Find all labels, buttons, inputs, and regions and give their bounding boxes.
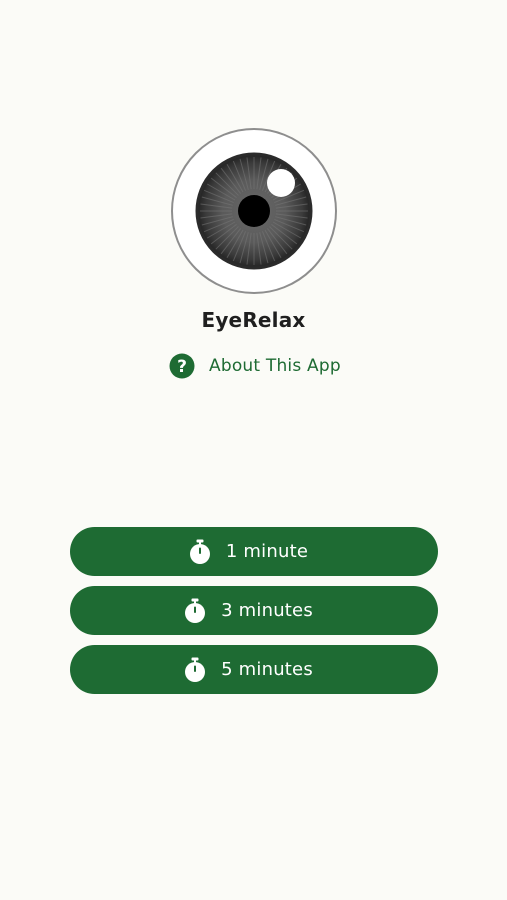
timer-label: 5 minutes <box>221 659 313 680</box>
about-app-link[interactable]: ? About This App <box>169 352 341 380</box>
app-title: EyeRelax <box>201 308 306 332</box>
eye-icon <box>171 128 337 294</box>
timer-1-minute-button[interactable]: 1 minute <box>70 527 438 576</box>
timer-label: 3 minutes <box>221 600 313 621</box>
timer-5-minutes-button[interactable]: 5 minutes <box>70 645 438 694</box>
stopwatch-icon <box>185 598 206 623</box>
timer-3-minutes-button[interactable]: 3 minutes <box>70 586 438 635</box>
svg-text:?: ? <box>177 357 187 377</box>
about-app-label: About This App <box>209 356 341 376</box>
timer-options: 1 minute 3 minutes 5 minutes <box>70 527 438 704</box>
stopwatch-icon <box>185 657 206 682</box>
timer-label: 1 minute <box>225 541 309 562</box>
app-logo <box>171 128 337 294</box>
help-circle-icon: ? <box>169 353 195 379</box>
stopwatch-icon <box>189 539 210 564</box>
